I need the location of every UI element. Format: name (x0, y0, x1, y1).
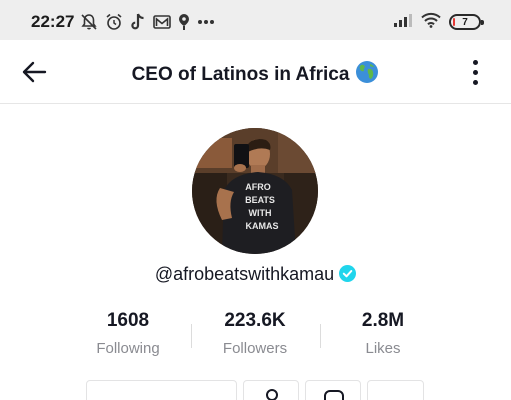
profile-actions (0, 380, 511, 400)
likes-count: 2.8M (361, 310, 405, 331)
dropdown-button[interactable] (367, 380, 424, 400)
page-title: CEO of Latinos in Africa (0, 60, 511, 86)
more-vertical-icon-dot (472, 79, 478, 85)
location-icon (178, 13, 190, 31)
stat-likes[interactable]: 2.8M Likes (318, 310, 448, 357)
person-icon (266, 389, 278, 400)
more-notifications-icon (197, 19, 215, 25)
shirt-text-line-4: KAMAS (246, 221, 279, 231)
mute-bell-icon (80, 13, 98, 31)
status-time: 22:27 (31, 12, 75, 31)
battery-icon: 7 (449, 14, 484, 30)
username: @afrobeatswithkamau (154, 264, 335, 284)
notification-icons (80, 12, 215, 32)
avatar[interactable]: AFRO BEATS WITH KAMAS (192, 128, 318, 254)
stat-followers[interactable]: 223.6K Followers (190, 310, 320, 357)
stat-following[interactable]: 1608 Following (63, 310, 193, 357)
globe-icon (355, 60, 379, 84)
instagram-icon (324, 390, 344, 400)
profile-header: CEO of Latinos in Africa (0, 40, 511, 104)
profile-stats: 1608 Following 223.6K Followers 2.8M Lik… (0, 310, 511, 364)
followers-label: Followers (222, 340, 288, 357)
verified-badge-icon (339, 265, 357, 282)
battery-fill (453, 18, 455, 26)
shirt-text-line-2: BEATS (245, 195, 275, 205)
status-bar: 22:27 7 (0, 0, 511, 40)
shirt-text-line-1: AFRO (245, 182, 271, 192)
more-vertical-icon-dot (472, 69, 478, 75)
instagram-button[interactable] (305, 380, 361, 400)
wifi-icon (421, 12, 441, 33)
tiktok-icon (130, 13, 146, 31)
page-title-text: CEO of Latinos in Africa (131, 64, 350, 85)
battery-level: 7 (462, 16, 468, 28)
shirt-text-line-3: WITH (249, 208, 272, 218)
system-icons: 7 (393, 11, 484, 33)
following-label: Following (96, 340, 160, 357)
followers-count: 223.6K (224, 310, 286, 331)
alarm-icon (105, 13, 123, 31)
username-row: @afrobeatswithkamau (0, 264, 511, 285)
follow-button[interactable] (86, 380, 237, 400)
message-button[interactable] (243, 380, 299, 400)
more-vertical-icon (472, 59, 478, 65)
signal-icon (393, 13, 413, 32)
likes-label: Likes (365, 340, 401, 357)
more-options-button[interactable] (461, 56, 489, 88)
gmail-icon (153, 14, 171, 30)
battery-tip (481, 20, 484, 25)
following-count: 1608 (106, 310, 150, 331)
